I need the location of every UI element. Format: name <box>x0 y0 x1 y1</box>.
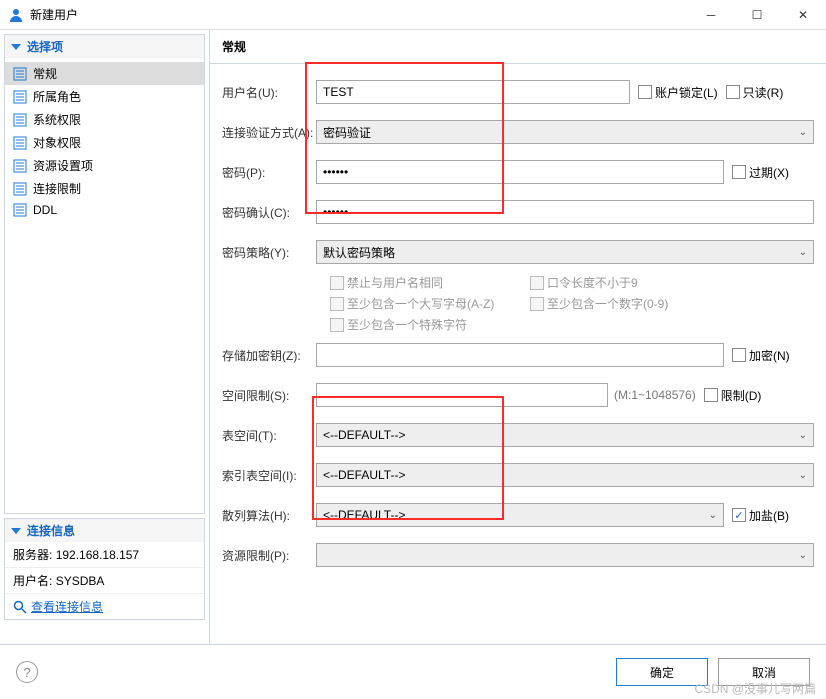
resource-limit-label: 资源限制(P): <box>222 547 316 564</box>
space-limit-label: 空间限制(S): <box>222 387 316 404</box>
policy-label: 密码策略(Y): <box>222 244 316 261</box>
window-title: 新建用户 <box>30 6 688 23</box>
tablespace-label: 表空间(T): <box>222 427 316 444</box>
username-label: 用户名(U): <box>222 84 316 101</box>
connection-section: 连接信息 服务器: 192.168.18.157 用户名: SYSDBA 查看连… <box>4 518 205 620</box>
chevron-down-icon: ⌄ <box>709 510 717 521</box>
index-tablespace-label: 索引表空间(I): <box>222 467 316 484</box>
sidebar-item-0[interactable]: 常规 <box>5 62 204 85</box>
sidebar-item-1[interactable]: 所属角色 <box>5 85 204 108</box>
footer: ? 确定 取消 <box>0 644 826 699</box>
salt-checkbox[interactable]: 加盐(B) <box>732 507 789 524</box>
options-header[interactable]: 选择项 <box>5 35 204 58</box>
policy-checkboxes: 禁止与用户名相同 口令长度不小于9 至少包含一个大写字母(A-Z) 至少包含一个… <box>222 272 814 335</box>
policy-min-length: 口令长度不小于9 <box>530 272 730 293</box>
page-icon <box>13 182 27 196</box>
account-lock-checkbox[interactable]: 账户锁定(L) <box>638 84 718 101</box>
panel-title: 常规 <box>210 30 826 64</box>
encrypt-key-label: 存储加密钥(Z): <box>222 347 316 364</box>
sidebar-item-2[interactable]: 系统权限 <box>5 108 204 131</box>
connection-header[interactable]: 连接信息 <box>5 519 204 542</box>
view-connection-link[interactable]: 查看连接信息 <box>13 598 196 615</box>
policy-no-same-username: 禁止与用户名相同 <box>330 272 530 293</box>
page-icon <box>13 113 27 127</box>
auth-label: 连接验证方式(A): <box>222 124 316 141</box>
sidebar-item-label: 连接限制 <box>33 180 81 197</box>
user-info: 用户名: SYSDBA <box>5 567 204 593</box>
help-button[interactable]: ? <box>16 661 38 683</box>
user-icon <box>8 7 24 23</box>
ok-button[interactable]: 确定 <box>616 658 708 686</box>
view-connection-row: 查看连接信息 <box>5 593 204 619</box>
sidebar-item-label: 对象权限 <box>33 134 81 151</box>
options-section: 选择项 常规所属角色系统权限对象权限资源设置项连接限制 DDL <box>4 34 205 514</box>
space-limit-field[interactable] <box>316 383 608 407</box>
sidebar-item-label: 所属角色 <box>33 88 81 105</box>
page-icon <box>13 203 27 217</box>
encrypt-checkbox[interactable]: 加密(N) <box>732 347 790 364</box>
hash-label: 散列算法(H): <box>222 507 316 524</box>
page-icon <box>13 159 27 173</box>
sidebar-item-4[interactable]: 资源设置项 <box>5 154 204 177</box>
search-icon <box>13 600 27 614</box>
password-label: 密码(P): <box>222 164 316 181</box>
chevron-down-icon: ⌄ <box>799 550 807 561</box>
tablespace-select[interactable]: <--DEFAULT-->⌄ <box>316 423 814 447</box>
policy-special-char: 至少包含一个特殊字符 <box>330 314 530 335</box>
cancel-button[interactable]: 取消 <box>718 658 810 686</box>
chevron-down-icon: ⌄ <box>799 247 807 258</box>
sidebar-item-label: 常规 <box>33 65 57 82</box>
sidebar: 选择项 常规所属角色系统权限对象权限资源设置项连接限制 DDL 连接信息 服务器:… <box>0 30 210 644</box>
sidebar-item-label: 资源设置项 <box>33 157 93 174</box>
page-icon <box>13 67 27 81</box>
collapse-icon <box>11 44 21 50</box>
maximize-button[interactable]: ☐ <box>734 0 780 30</box>
auth-select[interactable]: 密码验证⌄ <box>316 120 814 144</box>
chevron-down-icon: ⌄ <box>799 430 807 441</box>
space-hint: (M:1~1048576) <box>614 388 696 402</box>
encrypt-key-field[interactable] <box>316 343 724 367</box>
close-button[interactable]: ✕ <box>780 0 826 30</box>
chevron-down-icon: ⌄ <box>799 470 807 481</box>
main-panel: 常规 用户名(U): 账户锁定(L) 只读(R) 连接验证方式(A): 密码验证… <box>210 30 826 644</box>
chevron-down-icon: ⌄ <box>799 127 807 138</box>
sidebar-item-label: DDL <box>33 203 57 217</box>
policy-select[interactable]: 默认密码策略⌄ <box>316 240 814 264</box>
policy-digit: 至少包含一个数字(0-9) <box>530 293 730 314</box>
server-info: 服务器: 192.168.18.157 <box>5 542 204 567</box>
page-icon <box>13 90 27 104</box>
titlebar: 新建用户 ─ ☐ ✕ <box>0 0 826 30</box>
minimize-button[interactable]: ─ <box>688 0 734 30</box>
readonly-checkbox[interactable]: 只读(R) <box>726 84 784 101</box>
collapse-icon <box>11 528 21 534</box>
index-tablespace-select[interactable]: <--DEFAULT-->⌄ <box>316 463 814 487</box>
hash-select[interactable]: <--DEFAULT-->⌄ <box>316 503 724 527</box>
sidebar-item-label: 系统权限 <box>33 111 81 128</box>
password-confirm-label: 密码确认(C): <box>222 204 316 221</box>
sidebar-item-5[interactable]: 连接限制 <box>5 177 204 200</box>
username-field[interactable] <box>316 80 630 104</box>
expire-checkbox[interactable]: 过期(X) <box>732 164 789 181</box>
password-confirm-field[interactable]: •••••• <box>316 200 814 224</box>
sidebar-item-6[interactable]: DDL <box>5 200 204 220</box>
resource-limit-select[interactable]: ⌄ <box>316 543 814 567</box>
policy-uppercase: 至少包含一个大写字母(A-Z) <box>330 293 530 314</box>
limit-checkbox[interactable]: 限制(D) <box>704 387 762 404</box>
page-icon <box>13 136 27 150</box>
sidebar-item-3[interactable]: 对象权限 <box>5 131 204 154</box>
password-field[interactable]: •••••• <box>316 160 724 184</box>
